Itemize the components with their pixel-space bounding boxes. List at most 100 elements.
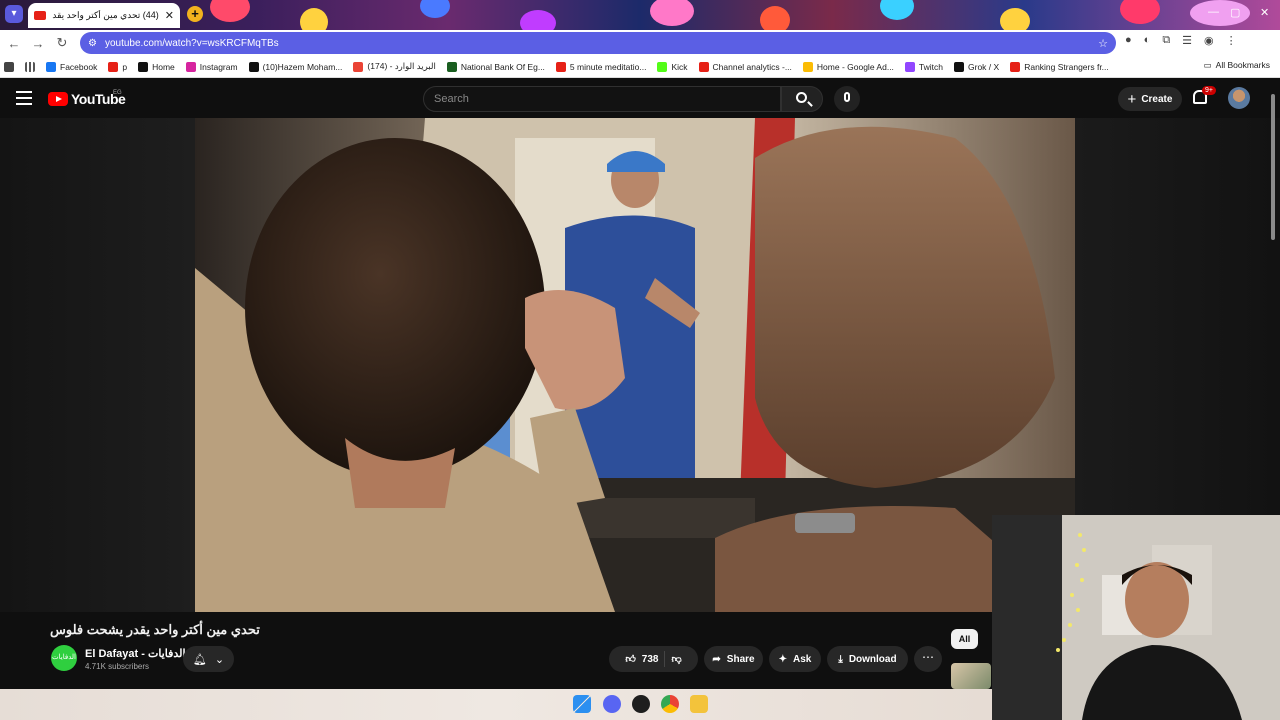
subscription-notifications-button[interactable]: 🔔︎ ⌄ bbox=[183, 646, 234, 672]
more-actions-button[interactable]: ⋯ bbox=[914, 646, 942, 672]
back-icon[interactable]: ← bbox=[2, 36, 26, 51]
channel-avatar[interactable]: الدفايات bbox=[51, 645, 77, 671]
tab-title: (44) تحدي مين أكتر واحد يقدر يشحت فلوس bbox=[52, 10, 159, 20]
ask-label: Ask bbox=[793, 653, 812, 665]
tab-search-menu-button[interactable]: ▾ bbox=[5, 5, 23, 23]
wallpaper-blob bbox=[880, 0, 914, 20]
toolbar-extensions: ● ◐ ⧉ ☰ ◉ ⋮ bbox=[1125, 34, 1237, 47]
bookmark-item[interactable]: Ranking Strangers fr... bbox=[1010, 61, 1109, 72]
dislike-button[interactable]: 👎︎ bbox=[671, 653, 681, 665]
account-avatar[interactable] bbox=[1228, 87, 1250, 109]
guide-menu-icon[interactable] bbox=[16, 91, 32, 105]
browser-toolbar: ← → ↻ ⚙ youtube.com/watch?v=wsKRCFMqTBs … bbox=[0, 30, 1280, 56]
bookmark-item[interactable]: Instagram bbox=[185, 61, 238, 72]
wallpaper-blob bbox=[1120, 0, 1160, 24]
chip-all[interactable]: All bbox=[951, 629, 978, 649]
bookmark-item[interactable]: p bbox=[108, 61, 128, 72]
bookmark-item[interactable]: Home bbox=[138, 61, 175, 72]
forward-icon[interactable]: → bbox=[26, 36, 50, 51]
divider bbox=[664, 651, 666, 667]
bookmark-star-icon[interactable]: ☆ bbox=[1098, 37, 1108, 50]
youtube-play-icon bbox=[48, 92, 68, 106]
bookmark-item[interactable]: 5 minute meditatio... bbox=[555, 61, 646, 72]
thumbs-up-icon: 👍︎ bbox=[625, 654, 636, 665]
sparkle-icon: ✦ bbox=[778, 653, 788, 665]
bookmark-favicon-icon bbox=[46, 61, 56, 72]
profile-icon[interactable]: ◉ bbox=[1204, 34, 1214, 47]
bookmark-favicon-icon bbox=[446, 61, 457, 72]
video-player[interactable] bbox=[195, 118, 1075, 612]
bookmark-favicon-icon bbox=[555, 61, 566, 72]
bookmark-favicon-icon bbox=[698, 61, 709, 72]
extensions-puzzle-icon[interactable]: ⧉ bbox=[1162, 34, 1170, 47]
like-button[interactable]: 👍︎ 738 bbox=[625, 653, 658, 666]
close-window-icon[interactable]: ✕ bbox=[1260, 6, 1269, 19]
create-button[interactable]: + Create bbox=[1118, 87, 1182, 111]
like-dislike-group: 👍︎ 738 👎︎ bbox=[609, 646, 698, 672]
address-bar[interactable]: ⚙ youtube.com/watch?v=wsKRCFMqTBs ☆ bbox=[80, 32, 1116, 54]
youtube-favicon-icon bbox=[34, 11, 46, 20]
search-input[interactable]: Search bbox=[423, 86, 781, 112]
bookmark-label: Home bbox=[152, 61, 175, 72]
youtube-header: YouTube EG Search + Create 9+ bbox=[0, 78, 1280, 118]
ask-button[interactable]: ✦ Ask bbox=[769, 646, 821, 672]
bookmark-item[interactable]: National Bank Of Eg... bbox=[446, 61, 545, 72]
tab-close-icon[interactable]: ✕ bbox=[165, 9, 174, 22]
file-explorer-icon[interactable] bbox=[690, 695, 708, 713]
bookmark-label: Channel analytics -... bbox=[712, 61, 792, 72]
apps-grid-icon[interactable] bbox=[25, 61, 35, 72]
windows-start-icon[interactable] bbox=[573, 695, 591, 713]
bookmarks-bar: Facebook p Home Instagram (10)Hazem Moham...… bbox=[0, 56, 1280, 78]
bookmark-item[interactable]: Grok / X bbox=[954, 61, 999, 72]
video-title: تحدي مين أكتر واحد يقدر يشحت فلوس bbox=[50, 622, 260, 637]
bookmark-favicon-icon bbox=[248, 61, 259, 72]
bookmark-item[interactable]: Kick bbox=[657, 61, 688, 72]
wallpaper-blob bbox=[1000, 8, 1030, 30]
microphone-icon bbox=[844, 92, 850, 102]
bookmark-label: Instagram bbox=[199, 61, 238, 72]
share-icon: ➦ bbox=[712, 653, 721, 665]
site-info-icon[interactable]: ⚙ bbox=[88, 38, 97, 49]
bookmark-item[interactable]: Home - Google Ad... bbox=[802, 61, 894, 72]
wallpaper-blob bbox=[520, 10, 556, 30]
theater-backdrop-right bbox=[1075, 118, 1280, 518]
screen: ▾ (44) تحدي مين أكتر واحد يقدر يشحت فلوس… bbox=[0, 0, 1280, 720]
bookmark-favicon-icon bbox=[185, 61, 196, 72]
subscriber-count: 4.71K subscribers bbox=[85, 662, 150, 671]
scrollbar-thumb[interactable] bbox=[1271, 94, 1275, 240]
discord-icon[interactable] bbox=[603, 695, 621, 713]
country-code: EG bbox=[113, 90, 122, 96]
wallpaper-blob bbox=[760, 6, 790, 30]
notification-badge: 9+ bbox=[1202, 86, 1216, 95]
extension-icon[interactable]: ◐ bbox=[1144, 34, 1151, 47]
sidebar-toggle-icon[interactable] bbox=[4, 61, 14, 72]
bookmark-item[interactable]: (10)Hazem Moham... bbox=[248, 61, 343, 72]
share-button[interactable]: ➦ Share bbox=[704, 646, 763, 672]
voice-search-button[interactable] bbox=[834, 86, 860, 112]
chrome-icon[interactable] bbox=[661, 695, 679, 713]
bookmark-item[interactable]: Facebook bbox=[46, 61, 98, 72]
obs-icon[interactable] bbox=[632, 695, 650, 713]
menu-kebab-icon[interactable]: ⋮ bbox=[1226, 34, 1237, 47]
bookmark-label: Facebook bbox=[60, 61, 98, 72]
channel-name[interactable]: El Dafayat - الدفايات bbox=[85, 647, 186, 660]
minimize-icon[interactable]: — bbox=[1208, 6, 1219, 18]
bookmark-item[interactable]: Twitch bbox=[904, 61, 943, 72]
search-button[interactable] bbox=[781, 86, 823, 112]
reading-list-icon[interactable]: ☰ bbox=[1182, 34, 1192, 47]
bookmark-item[interactable]: Channel analytics -... bbox=[698, 61, 792, 72]
bookmark-item[interactable]: البريد الوارد - (174) bbox=[353, 61, 436, 72]
bookmark-label: (10)Hazem Moham... bbox=[262, 61, 343, 72]
reload-icon[interactable]: ↻ bbox=[50, 35, 74, 51]
maximize-icon[interactable]: ▢ bbox=[1230, 6, 1240, 19]
all-bookmarks-button[interactable]: ▭ All Bookmarks bbox=[1204, 60, 1270, 71]
download-button[interactable]: ⤓ Download bbox=[827, 646, 908, 672]
plus-icon: + bbox=[1127, 90, 1137, 108]
bookmark-favicon-icon bbox=[802, 61, 813, 72]
recommended-video-thumbnail[interactable] bbox=[951, 663, 991, 689]
tab-active[interactable]: (44) تحدي مين أكتر واحد يقدر يشحت فلوس ✕ bbox=[28, 3, 180, 28]
new-tab-button[interactable]: + bbox=[187, 6, 203, 22]
bookmark-label: p bbox=[122, 61, 128, 72]
bookmark-label: Kick bbox=[671, 61, 688, 72]
extension-icon[interactable]: ● bbox=[1125, 34, 1132, 47]
